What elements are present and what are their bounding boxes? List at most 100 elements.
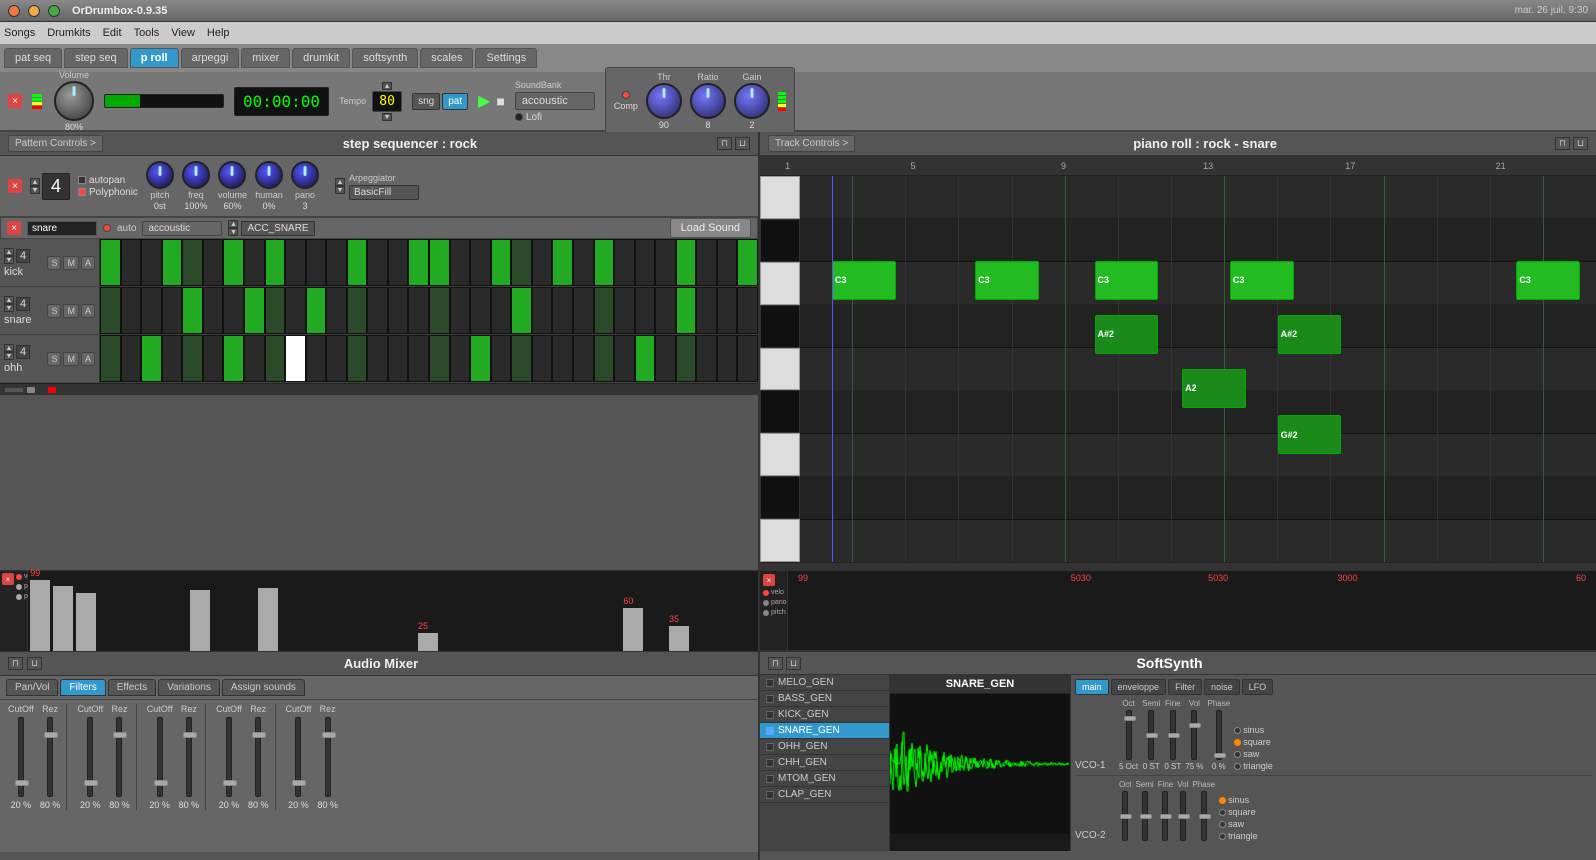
vco2-phase-fader[interactable]	[1201, 791, 1207, 841]
cutoff-thumb-5[interactable]	[292, 780, 306, 786]
snare-step-21[interactable]	[532, 287, 553, 334]
tab-scales[interactable]: scales	[420, 48, 473, 68]
load-sound-btn[interactable]: Load Sound	[670, 218, 751, 238]
pr-scrollbar[interactable]	[760, 562, 1596, 570]
instrument-input[interactable]	[27, 221, 97, 236]
snare-step-23[interactable]	[573, 287, 594, 334]
volume-knob[interactable]	[54, 81, 94, 121]
kick-step-9[interactable]	[285, 239, 306, 286]
ohh-step-3[interactable]	[162, 335, 183, 382]
ohh-step-11[interactable]	[326, 335, 347, 382]
kick-step-6[interactable]	[223, 239, 244, 286]
mixer-tab-panvol[interactable]: Pan/Vol	[6, 679, 58, 696]
timesig-up[interactable]: ▲	[30, 178, 40, 186]
ohh-step-20[interactable]	[511, 335, 532, 382]
mixer-tab-variations[interactable]: Variations	[158, 679, 220, 696]
kick-step-13[interactable]	[367, 239, 388, 286]
maximize-btn[interactable]	[48, 5, 60, 17]
rez-thumb-1[interactable]	[44, 732, 58, 738]
snare-down[interactable]: ▼	[4, 304, 14, 312]
mixer-expand2[interactable]: ⊔	[27, 657, 42, 670]
kick-step-31[interactable]	[737, 239, 758, 286]
vco1-phase-thumb[interactable]	[1214, 753, 1226, 758]
kick-step-17[interactable]	[450, 239, 471, 286]
kick-step-28[interactable]	[676, 239, 697, 286]
ohh-step-31[interactable]	[737, 335, 758, 382]
cutoff-thumb-1[interactable]	[15, 780, 29, 786]
kick-a[interactable]: A	[81, 256, 95, 270]
freq-knob[interactable]	[182, 161, 210, 189]
ohh-step-18[interactable]	[470, 335, 491, 382]
menu-view[interactable]: View	[171, 27, 195, 39]
kick-step-4[interactable]	[182, 239, 203, 286]
ohh-step-5[interactable]	[203, 335, 224, 382]
note-c3-4[interactable]: C3	[1230, 261, 1294, 300]
ohh-step-13[interactable]	[367, 335, 388, 382]
rez-thumb-5[interactable]	[322, 732, 336, 738]
pr-expand2[interactable]: ⊔	[1573, 137, 1588, 150]
tab-settings[interactable]: Settings	[475, 48, 537, 68]
snare-step-0[interactable]	[100, 287, 121, 334]
note-a2[interactable]: A2	[1182, 369, 1246, 408]
pitch-knob[interactable]	[146, 161, 174, 189]
kick-step-10[interactable]	[306, 239, 327, 286]
volume-ss-knob[interactable]	[218, 161, 246, 189]
note-c3-1[interactable]: C3	[832, 261, 896, 300]
vel-bar-26[interactable]	[623, 608, 643, 651]
kick-s[interactable]: S	[47, 256, 61, 270]
vco2-square-radio[interactable]	[1219, 809, 1226, 816]
kick-step-30[interactable]	[717, 239, 738, 286]
close-btn[interactable]	[8, 5, 20, 17]
snare-step-7[interactable]	[244, 287, 265, 334]
menu-songs[interactable]: Songs	[4, 27, 35, 39]
soundbank-select[interactable]: accoustic	[515, 92, 595, 110]
acc-snare-up[interactable]: ▲	[228, 220, 238, 228]
ohh-step-2[interactable]	[141, 335, 162, 382]
kick-m[interactable]: M	[63, 256, 79, 270]
ss-ohh-gen[interactable]: OHH_GEN	[760, 739, 889, 755]
menu-help[interactable]: Help	[207, 27, 230, 39]
cutoff-thumb-2[interactable]	[84, 780, 98, 786]
tempo-down[interactable]: ▼	[382, 113, 392, 121]
snare-step-12[interactable]	[347, 287, 368, 334]
ohh-step-1[interactable]	[121, 335, 142, 382]
track-header-close[interactable]: ×	[7, 221, 21, 235]
polyphonic-checkbox[interactable]	[78, 188, 86, 196]
vel-bar-2[interactable]	[76, 593, 96, 651]
tab-arpeggi[interactable]: arpeggi	[181, 48, 240, 68]
snare-step-16[interactable]	[429, 287, 450, 334]
kick-step-2[interactable]	[141, 239, 162, 286]
vel-bar-28[interactable]	[669, 626, 689, 651]
ss-tab-lfo[interactable]: LFO	[1242, 679, 1274, 695]
vco1-saw[interactable]: saw	[1234, 749, 1273, 759]
ohh-step-21[interactable]	[532, 335, 553, 382]
tempo-up[interactable]: ▲	[382, 82, 392, 90]
pr-expand1[interactable]: ⊓	[1555, 137, 1570, 150]
tab-pat-seq[interactable]: pat seq	[4, 48, 62, 68]
vco1-oct-fader[interactable]	[1126, 710, 1132, 760]
rez-fader-2[interactable]	[116, 717, 122, 797]
vco1-fine-thumb[interactable]	[1168, 733, 1180, 738]
ss-clap-gen[interactable]: CLAP_GEN	[760, 787, 889, 803]
kick-step-11[interactable]	[326, 239, 347, 286]
ohh-step-30[interactable]	[717, 335, 738, 382]
kick-down[interactable]: ▼	[4, 256, 14, 264]
snare-s[interactable]: S	[47, 304, 61, 318]
mixer-tab-assign[interactable]: Assign sounds	[222, 679, 305, 696]
cutoff-fader-1[interactable]	[18, 717, 24, 797]
ohh-step-22[interactable]	[552, 335, 573, 382]
snare-step-30[interactable]	[717, 287, 738, 334]
vco2-sinus-radio[interactable]	[1219, 797, 1226, 804]
tab-drumkit[interactable]: drumkit	[292, 48, 350, 68]
cutoff-fader-5[interactable]	[295, 717, 301, 797]
kick-step-29[interactable]	[696, 239, 717, 286]
vco2-sinus[interactable]: sinus	[1219, 795, 1258, 805]
ss-chh-gen[interactable]: CHH_GEN	[760, 755, 889, 771]
ohh-step-28[interactable]	[676, 335, 697, 382]
ohh-step-9[interactable]	[285, 335, 306, 382]
vel-bar-7[interactable]	[190, 590, 210, 651]
ratio-knob[interactable]	[690, 83, 726, 119]
note-gs2[interactable]: G#2	[1278, 415, 1342, 454]
ohh-m[interactable]: M	[63, 352, 79, 366]
ohh-step-8[interactable]	[265, 335, 286, 382]
